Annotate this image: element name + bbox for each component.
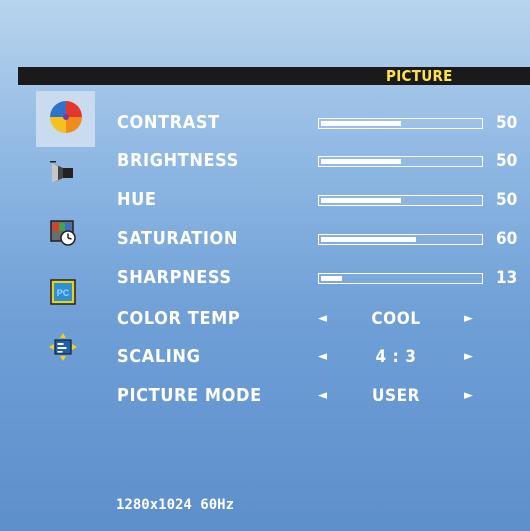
scaling-value: 4 : 3 xyxy=(375,347,417,367)
menu-item-label: SCALING xyxy=(117,346,201,367)
arrow-right-icon[interactable]: ► xyxy=(464,383,473,409)
menu-item-hue[interactable]: HUE 50 xyxy=(0,187,530,213)
arrow-left-icon[interactable]: ◄ xyxy=(318,344,327,370)
menu-item-label: BRIGHTNESS xyxy=(117,150,239,171)
menu-item-brightness[interactable]: BRIGHTNESS 50 xyxy=(0,148,530,174)
contrast-slider[interactable] xyxy=(318,118,483,129)
arrow-right-icon[interactable]: ► xyxy=(464,344,473,370)
slider-fill xyxy=(321,198,401,203)
menu-title-bar: PICTURE xyxy=(18,67,530,85)
hue-slider[interactable] xyxy=(318,195,483,206)
slider-fill xyxy=(321,159,401,164)
brightness-slider[interactable] xyxy=(318,156,483,167)
menu-item-value: 50 xyxy=(496,151,518,171)
resolution-status: 1280x1024 60Hz xyxy=(116,497,235,513)
menu-item-value: 50 xyxy=(496,113,518,133)
picture-mode-value: USER xyxy=(371,386,421,406)
slider-fill xyxy=(321,121,401,126)
menu-item-label: SATURATION xyxy=(117,228,238,249)
arrow-left-icon[interactable]: ◄ xyxy=(318,383,327,409)
menu-item-sharpness[interactable]: SHARPNESS 13 xyxy=(0,265,530,291)
menu-item-value: 13 xyxy=(496,268,518,288)
menu-item-value: 60 xyxy=(496,229,518,249)
slider-fill xyxy=(321,276,342,281)
arrow-left-icon[interactable]: ◄ xyxy=(318,306,327,332)
menu-item-label: PICTURE MODE xyxy=(117,385,262,406)
menu-item-scaling[interactable]: SCALING ◄ 4 : 3 ► xyxy=(0,344,530,370)
menu-item-label: SHARPNESS xyxy=(117,267,232,288)
menu-item-label: CONTRAST xyxy=(117,112,220,133)
menu-item-contrast[interactable]: CONTRAST 50 xyxy=(0,110,530,136)
menu-item-value: 50 xyxy=(496,190,518,210)
arrow-right-icon[interactable]: ► xyxy=(464,306,473,332)
menu-item-saturation[interactable]: SATURATION 60 xyxy=(0,226,530,252)
menu-item-picture-mode[interactable]: PICTURE MODE ◄ USER ► xyxy=(0,383,530,409)
osd-menu: PICTURE PC CONTRAST 50 BRIGHTNESS 50 HUE… xyxy=(0,0,530,531)
menu-item-label: COLOR TEMP xyxy=(117,308,241,329)
saturation-slider[interactable] xyxy=(318,234,483,245)
menu-item-label: HUE xyxy=(117,189,157,210)
color-temp-value: COOL xyxy=(371,309,421,329)
sharpness-slider[interactable] xyxy=(318,273,483,284)
menu-item-color-temp[interactable]: COLOR TEMP ◄ COOL ► xyxy=(0,306,530,332)
slider-fill xyxy=(321,237,416,242)
menu-title: PICTURE xyxy=(386,67,453,85)
